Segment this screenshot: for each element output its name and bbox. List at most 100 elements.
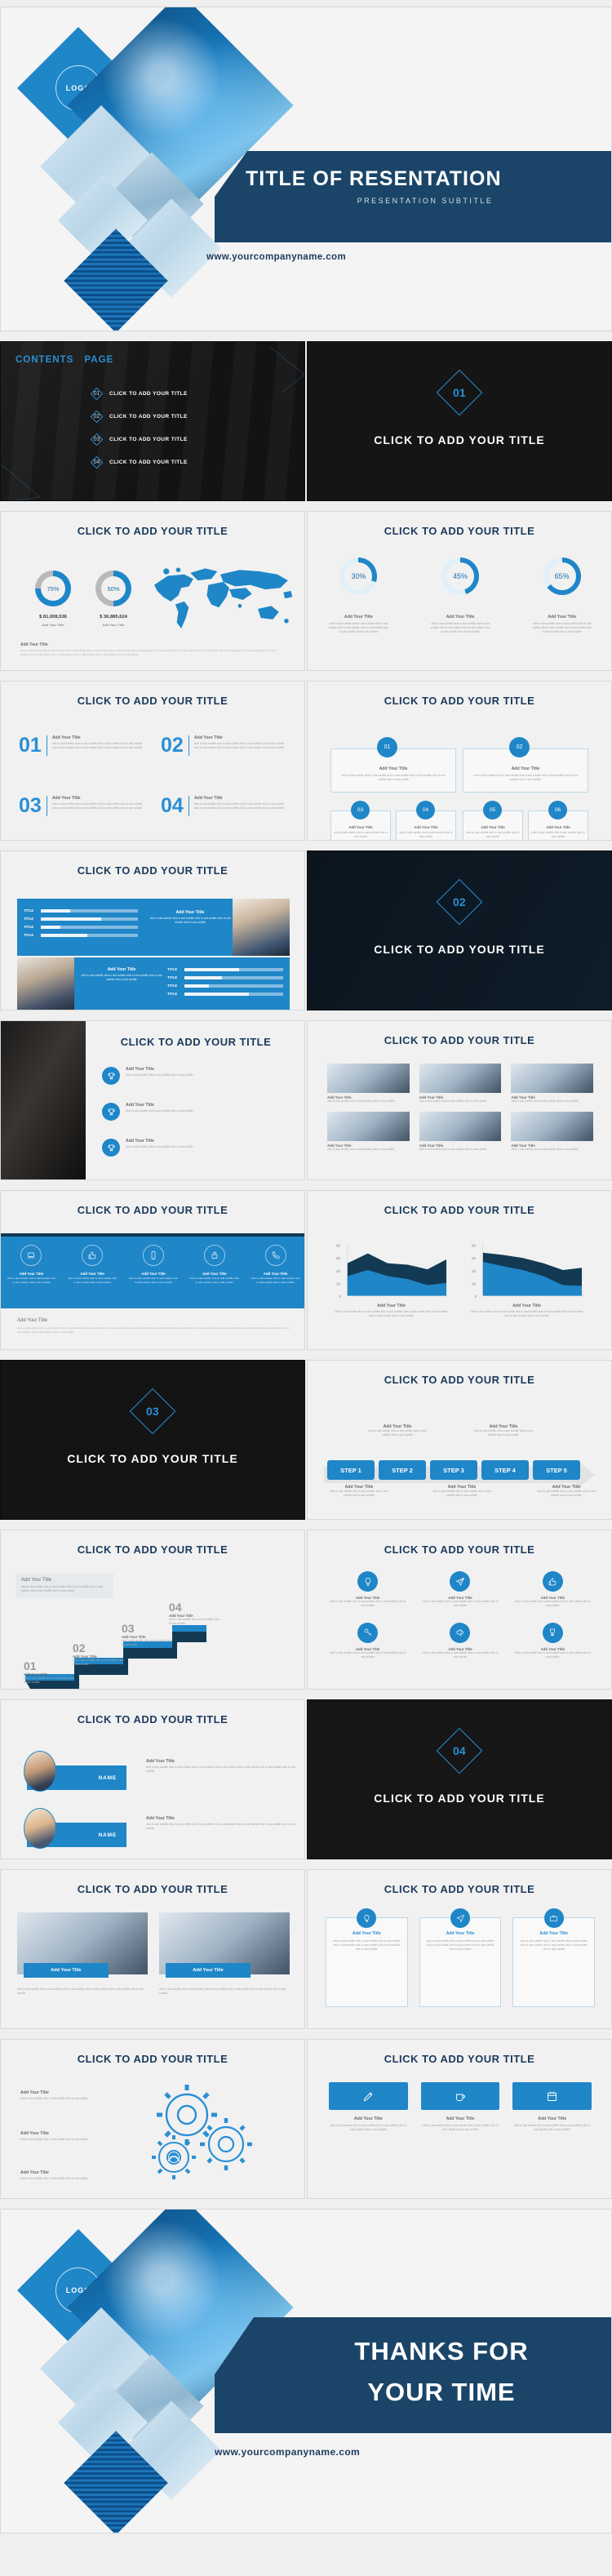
- info-card[interactable]: Add Your Title click to add subtitle cli…: [419, 1908, 502, 2007]
- slide-gears: CLICK TO ADD YOUR TITLE Add Your Title c…: [0, 2039, 305, 2199]
- profile-caption: Add Your Title: [146, 1759, 175, 1764]
- donut-chart: 75%: [35, 571, 71, 606]
- donut-text: click to add subtitle click to add subti…: [532, 622, 592, 633]
- slide-stairs: CLICK TO ADD YOUR TITLE Add Your Title c…: [0, 1530, 305, 1690]
- pen-icon: [329, 2082, 408, 2110]
- tile-caption: Add Your Title: [446, 2116, 475, 2121]
- icon-bar-item[interactable]: Add Your Title click to add subtitle cli…: [123, 1237, 184, 1308]
- bar-row: TITLE: [24, 925, 138, 929]
- thanks-band: [215, 2317, 611, 2433]
- step-button[interactable]: STEP 1: [327, 1460, 375, 1480]
- card-text: click to add subtitle click to add subti…: [426, 1939, 494, 1951]
- step-button[interactable]: STEP 2: [379, 1460, 426, 1480]
- donut-chart: 50%: [95, 571, 131, 606]
- icon-bar-item[interactable]: Add Your Title click to add subtitle cli…: [245, 1237, 304, 1308]
- contents-item[interactable]: 02 CLICK TO ADD YOUR TITLE: [90, 410, 296, 424]
- team-card[interactable]: Add Your Title click to add subtitle cli…: [327, 1111, 410, 1152]
- trophy-row: Add Your Title click to add subtitle cli…: [102, 1067, 295, 1085]
- slide-numbers-01-04: CLICK TO ADD YOUR TITLE 01 Add Your Titl…: [0, 681, 305, 841]
- donut-text: click to add subtitle click to add subti…: [328, 622, 388, 633]
- trophy-text: click to add subtitle click to add subti…: [126, 1109, 193, 1113]
- photo-card[interactable]: Add Your Title click to add subtitle cli…: [17, 1912, 148, 1996]
- slide-steps: CLICK TO ADD YOUR TITLE Add Your Title c…: [307, 1360, 612, 1520]
- step-button[interactable]: STEP 5: [533, 1460, 580, 1480]
- gear-text: click to add subtitle click to add subti…: [20, 2177, 88, 2180]
- trophy-caption: Add Your Title: [126, 1067, 154, 1072]
- contents-item[interactable]: 03 CLICK TO ADD YOUR TITLE: [90, 433, 296, 446]
- donut-block: 45% Add Your Title click to add subtitle…: [410, 557, 512, 634]
- team-card[interactable]: Add Your Title click to add subtitle cli…: [419, 1064, 502, 1104]
- contents-item[interactable]: 04 CLICK TO ADD YOUR TITLE: [90, 455, 296, 469]
- stair-item: 03 Add Your Title click to add subtitle …: [122, 1622, 174, 1647]
- slide-three-cards: CLICK TO ADD YOUR TITLE Add Your Title c…: [307, 1869, 612, 2029]
- step-note-below: Add Your Title click to add subtitle cli…: [327, 1485, 391, 1498]
- slide-trophy-list: CLICK TO ADD YOUR TITLE Add Your Title c…: [0, 1020, 305, 1180]
- lightbulb-icon: [357, 1908, 377, 1928]
- stair-number: 01: [24, 1659, 37, 1672]
- stair-number: 04: [169, 1601, 182, 1614]
- team-text: click to add subtitle click to add subti…: [511, 1147, 579, 1151]
- key-icon: [357, 1622, 379, 1643]
- team-card[interactable]: Add Your Title click to add subtitle cli…: [511, 1064, 593, 1104]
- step-button[interactable]: STEP 3: [430, 1460, 477, 1480]
- avatar: [24, 1751, 56, 1792]
- gear-caption: Add Your Title: [20, 2170, 49, 2175]
- icon-card[interactable]: Add Your Title click to add subtitle cli…: [512, 1622, 593, 1659]
- badge-caption: Add Your Title: [546, 825, 570, 829]
- slide-icon-bar: CLICK TO ADD YOUR TITLE Add Your Title c…: [0, 1190, 305, 1350]
- tile[interactable]: Add Your Title click to add subtitle cli…: [420, 2082, 500, 2132]
- info-card[interactable]: Add Your Title click to add subtitle cli…: [326, 1908, 408, 2007]
- team-card[interactable]: Add Your Title click to add subtitle cli…: [327, 1064, 410, 1104]
- team-card[interactable]: Add Your Title click to add subtitle cli…: [511, 1111, 593, 1152]
- item-number: 02: [161, 734, 184, 757]
- icon-card[interactable]: Add Your Title click to add subtitle cli…: [512, 1571, 593, 1608]
- bar-row: TITLE: [24, 908, 138, 913]
- icon-bar-item[interactable]: Add Your Title click to add subtitle cli…: [184, 1237, 245, 1308]
- icon-bar-item[interactable]: Add Your Title click to add subtitle cli…: [62, 1237, 123, 1308]
- icon-text: click to add subtitle click to add subti…: [514, 1600, 591, 1607]
- badge-text: click to add subtitle click to add subti…: [473, 774, 578, 781]
- step-button[interactable]: STEP 4: [481, 1460, 529, 1480]
- contents-item-number: 04: [93, 460, 100, 465]
- area-chart-left: 80 60 40 20 0 Add Your Title click to add su…: [332, 1240, 450, 1318]
- donut-percent: 50%: [107, 584, 120, 593]
- divider-number: 03: [146, 1404, 159, 1418]
- badge-circle: 06: [548, 801, 567, 819]
- icon-bar-item[interactable]: Add Your Title click to add subtitle cli…: [1, 1237, 62, 1308]
- donut-block: 65% Add Your Title click to add subtitle…: [511, 557, 611, 634]
- icon-card[interactable]: Add Your Title click to add subtitle cli…: [419, 1571, 500, 1608]
- team-photo: [419, 1111, 502, 1141]
- icon-text: click to add subtitle click to add subti…: [330, 1600, 406, 1607]
- megaphone-icon: [450, 1622, 471, 1643]
- icon-text: click to add subtitle click to add subti…: [330, 1650, 406, 1659]
- panel-photo: [233, 899, 290, 956]
- icon-card[interactable]: Add Your Title click to add subtitle cli…: [327, 1571, 408, 1608]
- icon-caption: Add Your Title: [80, 1272, 104, 1276]
- step-label: STEP 2: [392, 1466, 413, 1474]
- donut-percent: 75%: [47, 584, 60, 593]
- donut-caption: Add Your Title: [548, 615, 577, 620]
- trophy-caption: Add Your Title: [126, 1139, 154, 1144]
- contents-item[interactable]: 01 CLICK TO ADD YOUR TITLE: [90, 387, 296, 401]
- trophy-text: click to add subtitle click to add subti…: [126, 1073, 193, 1077]
- team-card[interactable]: Add Your Title click to add subtitle cli…: [419, 1111, 502, 1152]
- icon-card[interactable]: Add Your Title click to add subtitle cli…: [419, 1622, 500, 1659]
- tile[interactable]: Add Your Title click to add subtitle cli…: [329, 2082, 408, 2132]
- divider-number: 02: [453, 895, 466, 908]
- trophy-icon: [542, 1622, 563, 1643]
- item-number: 04: [161, 794, 184, 817]
- call-icon: [264, 1245, 286, 1266]
- bar-row: TITLE: [24, 933, 138, 937]
- info-card[interactable]: Add Your Title click to add subtitle cli…: [512, 1908, 596, 2007]
- tile[interactable]: Add Your Title click to add subtitle cli…: [512, 2082, 592, 2132]
- slide-divider-04: 04 CLICK TO ADD YOUR TITLE: [307, 1699, 612, 1859]
- photo-card[interactable]: Add Your Title click to add subtitle cli…: [159, 1912, 290, 1996]
- item-text: click to add subtitle click to add subti…: [51, 802, 143, 810]
- presentation-template-sheet: LOGO TITLE OF RESENTATION PRESENTATION S…: [0, 0, 612, 2576]
- contents-heading-2: PAGE: [84, 355, 114, 365]
- footer-title: Add Your Title: [20, 642, 48, 647]
- bar-label: TITLE: [24, 908, 34, 913]
- badge-text: click to add subtitle click to add subti…: [531, 831, 585, 838]
- svg-text:20: 20: [472, 1282, 477, 1286]
- icon-card[interactable]: Add Your Title click to add subtitle cli…: [327, 1622, 408, 1659]
